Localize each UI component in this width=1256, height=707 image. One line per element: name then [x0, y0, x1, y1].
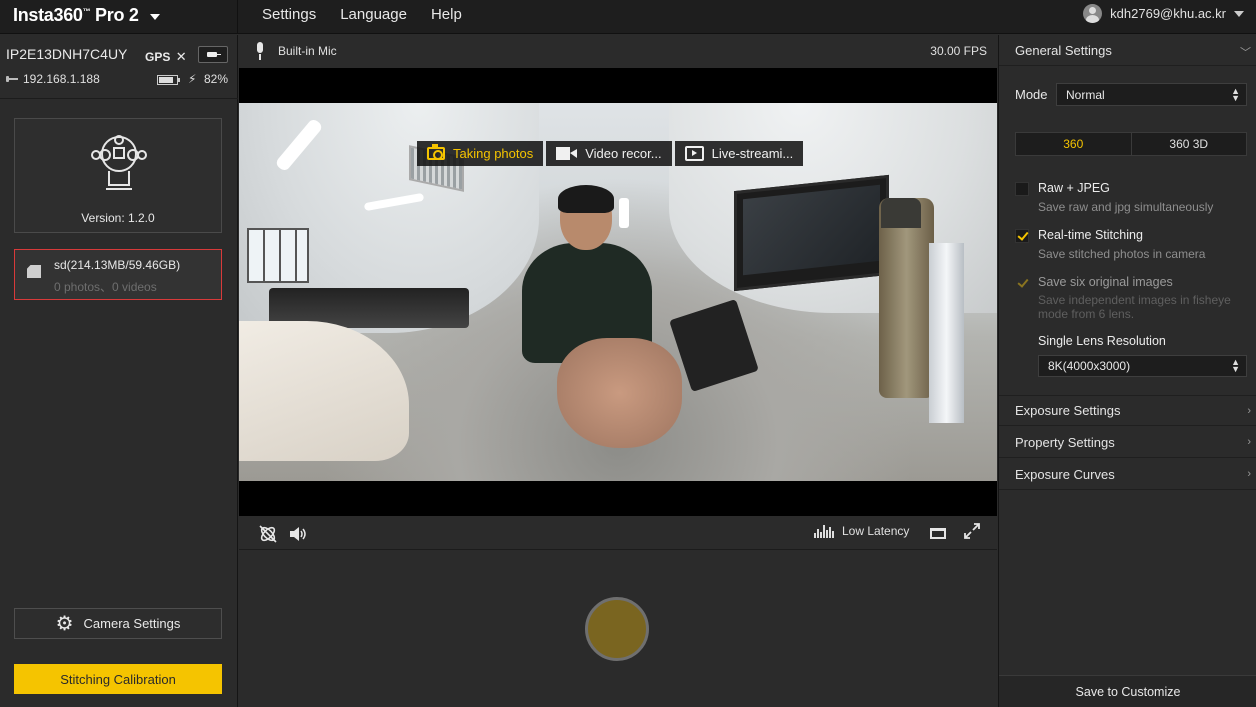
top-bar: Insta360™ Pro 2 Settings Language Help k…	[0, 0, 1256, 34]
user-account[interactable]: kdh2769@khu.ac.kr	[1083, 4, 1244, 23]
stitching-calibration-button[interactable]: Stitching Calibration	[14, 664, 222, 694]
capture-mode-tabs: Taking photos Video recor... Live-stream…	[417, 141, 804, 166]
chevron-right-icon: ›	[1247, 436, 1251, 448]
section-general-settings[interactable]: General Settings ﹀	[999, 35, 1256, 66]
single-lens-resolution-label: Single Lens Resolution	[1038, 334, 1166, 348]
volume-icon[interactable]	[288, 524, 308, 544]
save-to-customize-button[interactable]: Save to Customize	[999, 675, 1256, 707]
camera-icon	[427, 144, 445, 160]
audio-bar: Built-in Mic 30.00 FPS	[239, 35, 997, 68]
chevron-right-icon: ›	[1247, 468, 1251, 480]
caret-down-icon[interactable]	[150, 14, 160, 20]
mode-select[interactable]: Normal ▲ ▼	[1056, 83, 1247, 106]
preview-controls: Low Latency	[239, 516, 997, 550]
gps-status: GPS ✕	[145, 49, 187, 64]
shutter-button[interactable]	[585, 597, 649, 661]
camera-device-icon	[91, 135, 147, 190]
battery-percent: 82%	[204, 72, 229, 86]
latency-label: Low Latency	[842, 524, 910, 538]
mic-source[interactable]: Built-in Mic	[278, 44, 337, 58]
microphone-icon	[255, 42, 265, 60]
ip-address: 192.168.1.188	[6, 72, 100, 86]
sd-card-icon	[27, 265, 41, 278]
camera-settings-button[interactable]: ⚙ Camera Settings	[14, 608, 222, 639]
raw-jpeg-checkbox[interactable]	[1015, 182, 1029, 196]
user-avatar-icon	[1083, 4, 1103, 23]
chevron-down-icon	[1234, 10, 1244, 17]
select-arrows-icon: ▲ ▼	[1231, 357, 1240, 374]
left-panel: IP2E13DNH7C4UY GPS ✕ 192.168.1.188 ⚡ 82%…	[0, 35, 238, 707]
tab-video-recording[interactable]: Video recor...	[546, 141, 672, 166]
gyro-icon[interactable]	[258, 524, 278, 544]
window-mode-icon[interactable]	[930, 528, 946, 539]
camera-settings-label: Camera Settings	[83, 616, 181, 631]
section-exposure-settings[interactable]: Exposure Settings ›	[999, 395, 1256, 426]
realtime-stitching-checkbox[interactable]	[1015, 229, 1029, 243]
video-icon	[556, 147, 578, 160]
projection-segmented-control: 360 360 3D	[1015, 132, 1247, 156]
seg-360[interactable]: 360	[1016, 133, 1131, 155]
section-exposure-curves[interactable]: Exposure Curves ›	[999, 459, 1256, 490]
latency-bars-icon	[814, 524, 834, 538]
sd-card-capacity: sd(214.13MB/59.46GB)	[54, 258, 181, 272]
firmware-version: Version: 1.2.0	[81, 211, 155, 225]
fullscreen-icon[interactable]	[963, 522, 981, 540]
menu-settings[interactable]: Settings	[250, 0, 328, 34]
chevron-down-icon: ﹀	[1240, 47, 1251, 59]
main-menu: Settings Language Help	[250, 0, 474, 34]
preview-area: Built-in Mic 30.00 FPS Taking photos Vid…	[239, 35, 997, 707]
gps-off-icon: ✕	[175, 49, 187, 64]
logo-area[interactable]: Insta360™ Pro 2	[0, 0, 238, 34]
save-six-images-checkbox[interactable]	[1015, 276, 1029, 290]
app-logo: Insta360™ Pro 2	[13, 5, 139, 25]
section-property-settings[interactable]: Property Settings ›	[999, 427, 1256, 458]
fps-readout: 30.00 FPS	[930, 44, 987, 58]
settings-panel: General Settings ﹀ Mode Normal ▲ ▼ 360 36…	[998, 35, 1256, 707]
sd-card-status[interactable]: sd(214.13MB/59.46GB) 0 photos、0 videos	[14, 249, 222, 300]
divider	[0, 98, 238, 99]
menu-language[interactable]: Language	[328, 0, 419, 34]
user-email: kdh2769@khu.ac.kr	[1110, 6, 1226, 21]
sd-card-counts: 0 photos、0 videos	[54, 280, 157, 294]
live-preview[interactable]: Taking photos Video recor... Live-stream…	[239, 68, 997, 516]
latency-toggle[interactable]: Low Latency	[814, 524, 909, 538]
battery-fill	[159, 77, 173, 83]
menu-help[interactable]: Help	[419, 0, 474, 34]
usb-icon	[6, 75, 18, 83]
device-id: IP2E13DNH7C4UY	[6, 46, 128, 62]
gear-icon: ⚙	[55, 612, 74, 635]
tab-live-streaming[interactable]: Live-streami...	[674, 141, 804, 166]
camera-info-card: Version: 1.2.0	[14, 118, 222, 233]
select-arrows-icon: ▲ ▼	[1231, 85, 1240, 103]
tab-taking-photos[interactable]: Taking photos	[417, 141, 544, 166]
charging-icon: ⚡	[188, 72, 197, 86]
single-lens-resolution-select[interactable]: 8K(4000x3000) ▲ ▼	[1038, 355, 1247, 377]
chevron-right-icon: ›	[1247, 405, 1251, 417]
mode-label: Mode	[1015, 87, 1048, 102]
live-icon	[684, 146, 704, 161]
seg-360-3d[interactable]: 360 3D	[1130, 133, 1246, 155]
battery-icon	[157, 75, 180, 85]
power-plug-icon	[198, 46, 228, 63]
